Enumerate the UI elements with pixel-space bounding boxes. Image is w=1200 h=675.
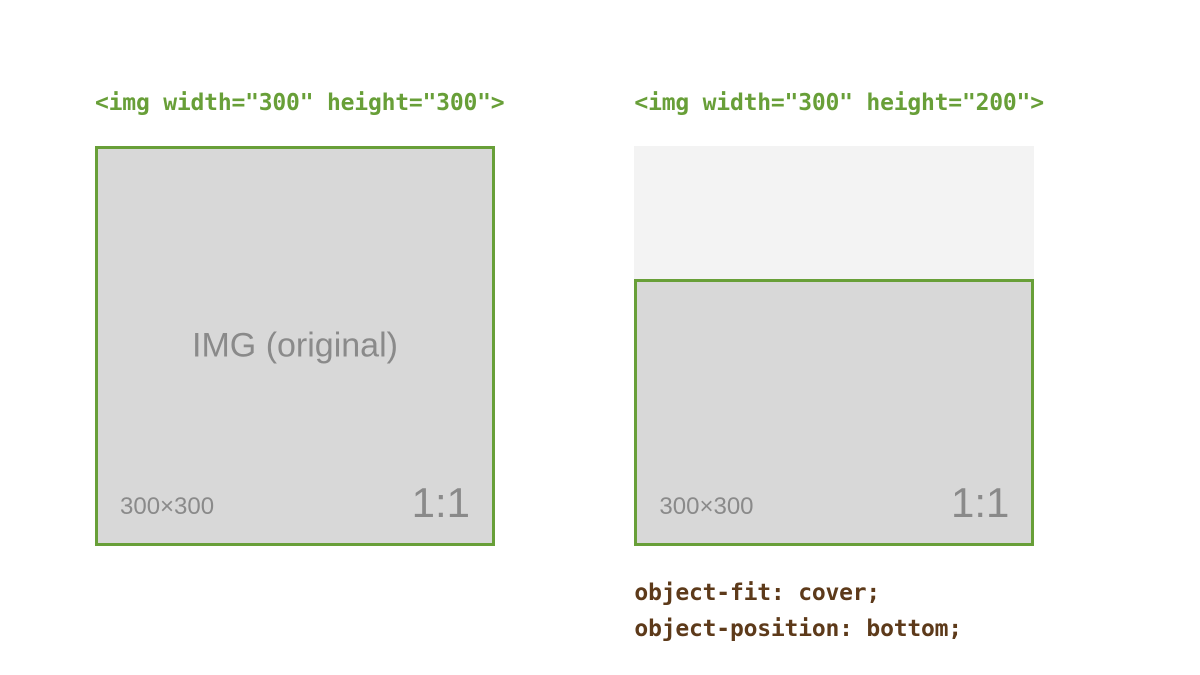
left-image-wrap: IMG (original) 300×300 1:1 (95, 146, 504, 546)
left-image-label: IMG (original) (192, 327, 398, 366)
right-image-wrap: IMG (cropped) 300×300 1:1 (634, 146, 1034, 546)
right-css-footer: object-fit: cover; object-position: bott… (634, 576, 1043, 647)
right-image-placeholder: 300×300 1:1 (634, 279, 1034, 546)
left-code-header: <img width="300" height="300"> (95, 90, 504, 116)
left-dimensions-label: 300×300 (120, 493, 214, 521)
css-line-2: object-position: bottom; (634, 612, 1043, 648)
diagram-container: <img width="300" height="300"> IMG (orig… (0, 0, 1200, 647)
left-image-placeholder: IMG (original) 300×300 1:1 (95, 146, 495, 546)
left-ratio-label: 1:1 (412, 479, 470, 527)
left-panel: <img width="300" height="300"> IMG (orig… (95, 90, 504, 546)
right-dimensions-label: 300×300 (659, 493, 753, 521)
right-panel: <img width="300" height="200"> IMG (crop… (634, 90, 1043, 647)
right-code-header: <img width="300" height="200"> (634, 90, 1043, 116)
right-ratio-label: 1:1 (951, 479, 1009, 527)
right-ghost-area (634, 146, 1034, 279)
css-line-1: object-fit: cover; (634, 576, 1043, 612)
